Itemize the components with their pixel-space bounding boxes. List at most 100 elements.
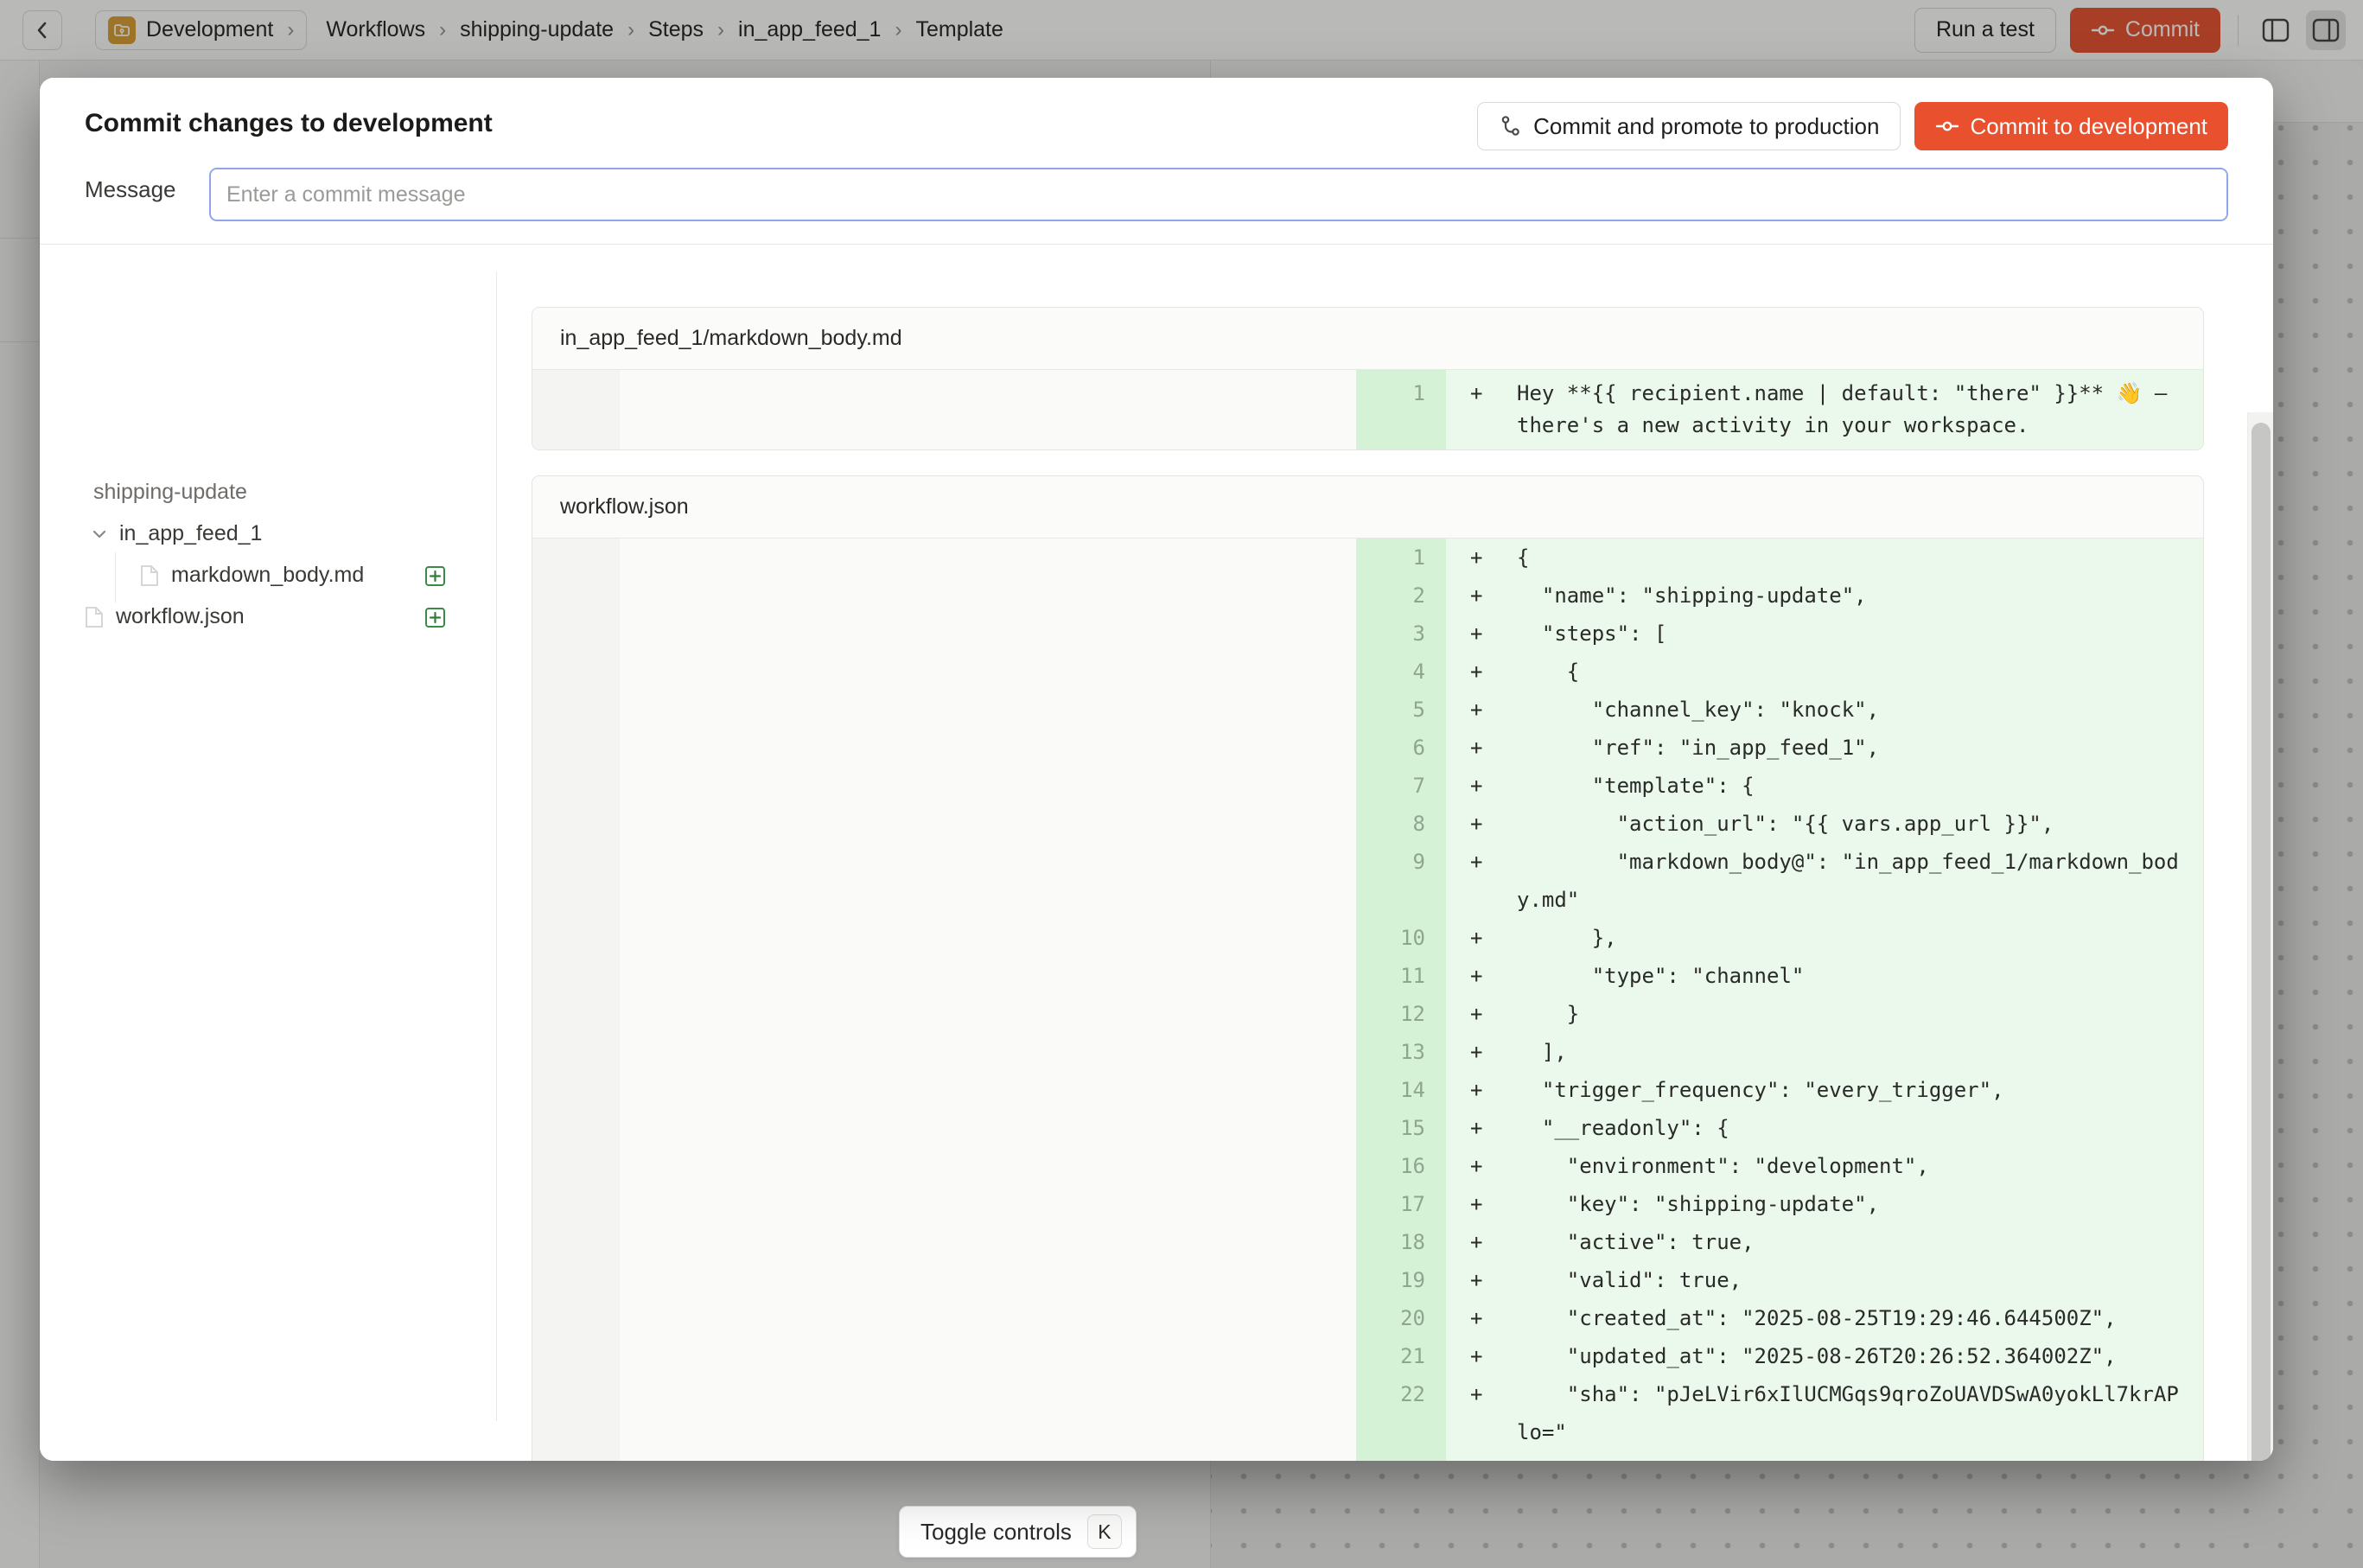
diff-code: "channel_key": "knock", <box>1517 691 2191 729</box>
diff-code: "key": "shipping-update", <box>1517 1185 2191 1223</box>
tree-file-label: workflow.json <box>116 604 245 629</box>
diff-line: 2 + "name": "shipping-update", <box>532 577 2203 615</box>
diff-code: "steps": [ <box>1517 615 2191 653</box>
diff-card-workflow-json: workflow.json 1+{2+ "name": "shipping-up… <box>532 475 2204 1461</box>
commit-to-development-button[interactable]: Commit to development <box>1914 102 2228 150</box>
diff-added-sign: + <box>1470 1261 1517 1299</box>
diff-code: "action_url": "{{ vars.app_url }}", <box>1517 805 2191 843</box>
diff-line-number: 17 <box>1356 1185 1446 1223</box>
tree-indent-guide <box>115 552 116 602</box>
diff-line: 7+ "template": { <box>532 767 2203 805</box>
diff-code: "__readonly": { <box>1517 1109 2191 1147</box>
commit-message-input[interactable] <box>209 168 2228 221</box>
diff-added-sign: + <box>1470 767 1517 805</box>
file-added-badge <box>425 566 445 586</box>
diff-line-number: 3 <box>1356 615 1446 653</box>
diff-line-number: 18 <box>1356 1223 1446 1261</box>
diff-line: 21 + "updated_at": "2025-08-26T20:26:52.3… <box>532 1337 2203 1375</box>
diff-line-number: 6 <box>1356 729 1446 767</box>
tree-file-markdown-body[interactable]: markdown_body.md <box>138 563 364 588</box>
diff-card-markdown-body: in_app_feed_1/markdown_body.md 1+Hey **{… <box>532 307 2204 450</box>
diff-line-number: 10 <box>1356 919 1446 957</box>
diff-line: 12 + } <box>532 995 2203 1033</box>
tree-diff-divider <box>496 271 497 1421</box>
diff-code: "created_at": "2025-08-25T19:29:46.64450… <box>1517 1299 2191 1337</box>
diff-code: "template": { <box>1517 767 2191 805</box>
diff-code: "name": "shipping-update", <box>1517 577 2191 615</box>
diff-line: 20 + "created_at": "2025-08-25T19:29:46.6… <box>532 1299 2203 1337</box>
diff-added-sign: + <box>1470 1451 1517 1461</box>
commit-and-promote-button[interactable]: Commit and promote to production <box>1477 102 1901 150</box>
diff-added-sign: + <box>1470 805 1517 843</box>
commit-and-promote-label: Commit and promote to production <box>1533 113 1879 140</box>
tree-file-workflow-json[interactable]: workflow.json <box>83 604 245 629</box>
modal-scrollbar-thumb[interactable] <box>2252 423 2271 1461</box>
diff-lines: 1+Hey **{{ recipient.name | default: "th… <box>532 370 2203 449</box>
keyboard-shortcut-badge: K <box>1087 1514 1122 1549</box>
diff-code: "updated_at": "2025-08-26T20:26:52.36400… <box>1517 1337 2191 1375</box>
diff-line: 19 + "valid": true, <box>532 1261 2203 1299</box>
diff-line-number: 20 <box>1356 1299 1446 1337</box>
message-label: Message <box>85 176 176 203</box>
diff-line: 13+ ], <box>532 1033 2203 1071</box>
diff-added-sign: + <box>1470 1223 1517 1261</box>
commit-modal-header: Commit changes to development Commit and… <box>40 78 2273 245</box>
diff-line-number: 11 <box>1356 957 1446 995</box>
diff-line: 14+ "trigger_frequency": "every_trigger"… <box>532 1071 2203 1109</box>
diff-filename: workflow.json <box>532 476 2203 539</box>
diff-line: 1+{ <box>532 539 2203 577</box>
promote-branch-icon <box>1499 114 1523 138</box>
diff-code: "environment": "development", <box>1517 1147 2191 1185</box>
tree-folder-label: in_app_feed_1 <box>119 521 262 546</box>
diff-line: 16+ "environment": "development", <box>532 1147 2203 1185</box>
diff-added-sign: + <box>1470 1185 1517 1223</box>
commit-to-development-label: Commit to development <box>1970 113 2207 140</box>
diff-added-sign: + <box>1470 653 1517 691</box>
diff-added-sign: + <box>1470 577 1517 615</box>
diff-code: "type": "channel" <box>1517 957 2191 995</box>
modal-scrollbar-track[interactable] <box>2247 412 2273 1461</box>
diff-added-sign: + <box>1470 729 1517 767</box>
modal-title: Commit changes to development <box>85 109 493 138</box>
diff-line: 22+ "sha": "pJeLVir6xIlUCMGqs9qroZoUAVDS… <box>532 1375 2203 1451</box>
diff-added-sign: + <box>1470 843 1517 919</box>
diff-line: 9+ "markdown_body@": "in_app_feed_1/mark… <box>532 843 2203 919</box>
diff-line: 3+ "steps": [ <box>532 615 2203 653</box>
diff-line: 1+Hey **{{ recipient.name | default: "th… <box>532 370 2203 449</box>
diff-code: ], <box>1517 1033 2191 1071</box>
diff-code: } <box>1517 1451 2191 1461</box>
commit-modal-body: shipping-update in_app_feed_1 markdown_b… <box>40 245 2273 1461</box>
diff-code: "sha": "pJeLVir6xIlUCMGqs9qroZoUAVDSwA0y… <box>1517 1375 2191 1451</box>
diff-line: 15+ "__readonly": { <box>532 1109 2203 1147</box>
chevron-down-icon <box>88 523 111 545</box>
toggle-controls-button[interactable]: Toggle controls K <box>899 1506 1137 1558</box>
diff-line: 18 + "active": true, <box>532 1223 2203 1261</box>
diff-added-sign: + <box>1470 1109 1517 1147</box>
diff-line: 6+ "ref": "in_app_feed_1", <box>532 729 2203 767</box>
diff-line-number: 2 <box>1356 577 1446 615</box>
tree-file-label: markdown_body.md <box>171 563 364 588</box>
diff-line-number: 1 <box>1356 539 1446 577</box>
diff-code: } <box>1517 995 2191 1033</box>
diff-line-number: 1 <box>1356 370 1446 449</box>
diff-line-number: 19 <box>1356 1261 1446 1299</box>
diff-line-number: 5 <box>1356 691 1446 729</box>
file-icon <box>138 564 161 588</box>
diff-line-number: 8 <box>1356 805 1446 843</box>
commit-icon <box>1935 114 1959 138</box>
diff-added-sign: + <box>1470 691 1517 729</box>
diff-line-number: 12 <box>1356 995 1446 1033</box>
diff-code: "valid": true, <box>1517 1261 2191 1299</box>
diff-line: 8 + "action_url": "{{ vars.app_url }}", <box>532 805 2203 843</box>
diff-line: 10+ }, <box>532 919 2203 957</box>
diff-line-number: 21 <box>1356 1337 1446 1375</box>
diff-line-number: 9 <box>1356 843 1446 919</box>
diff-added-sign: + <box>1470 1299 1517 1337</box>
diff-added-sign: + <box>1470 995 1517 1033</box>
tree-folder-in-app-feed[interactable]: in_app_feed_1 <box>88 521 262 546</box>
tree-root-label: shipping-update <box>93 480 247 505</box>
diff-code: { <box>1517 539 2191 577</box>
diff-line: 4+ { <box>532 653 2203 691</box>
diff-code: "active": true, <box>1517 1223 2191 1261</box>
diff-added-sign: + <box>1470 1337 1517 1375</box>
